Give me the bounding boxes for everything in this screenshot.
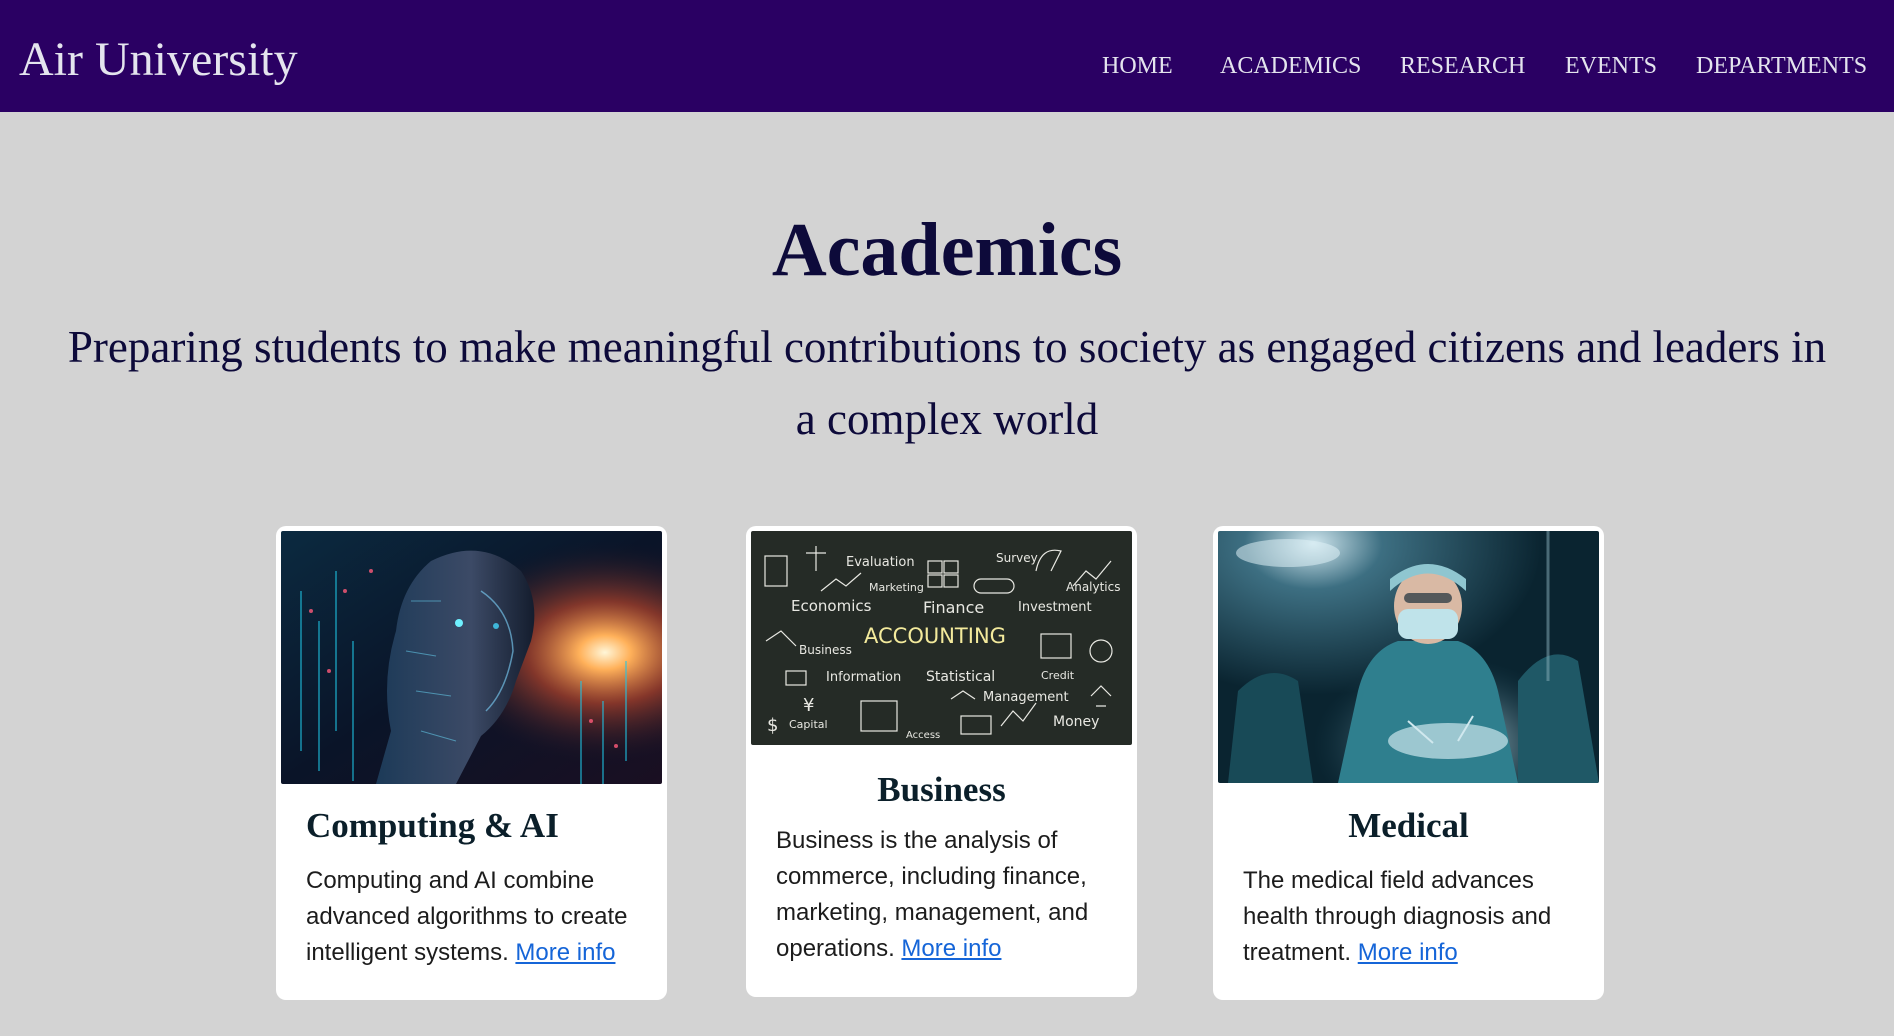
nav-research[interactable]: RESEARCH [1400,50,1525,82]
more-info-link[interactable]: More info [1358,939,1458,966]
chalk-word-credit: Credit [1041,669,1075,682]
chalk-word-analytics: Analytics [1066,580,1121,594]
card-description: Business is the analysis of commerce, in… [776,823,1116,967]
card-title: Business [877,770,1006,809]
chalk-word-survey: Survey [996,551,1038,565]
subtitle-line-2: a complex world [795,394,1099,444]
chalk-word-capital: Capital [789,718,828,731]
card-business: Evaluation Survey Marketing Analytics Ec… [746,526,1137,997]
chalk-word-money: Money [1053,714,1099,730]
chalk-word-investment: Investment [1018,600,1092,615]
more-info-link[interactable]: More info [901,935,1001,962]
chalk-word-finance: Finance [923,598,984,617]
chalk-word-access: Access [906,730,940,741]
subtitle-line-1: Preparing students to make meaningful co… [67,322,1827,372]
yen-sign-glyph: ¥ [803,695,814,716]
top-navbar: Air University HOME ACADEMICS RESEARCH E… [0,0,1894,112]
main-nav: HOME ACADEMICS RESEARCH EVENTS DEPARTMEN… [0,50,1894,82]
page-subtitle: Preparing students to make meaningful co… [0,311,1894,455]
chalk-word-economics: Economics [791,597,872,615]
chalk-word-management: Management [983,690,1069,705]
chalk-word-information: Information [826,670,901,685]
nav-academics[interactable]: ACADEMICS [1220,50,1361,82]
chalk-word-business: Business [799,643,852,657]
card-medical: Medical The medical field advances healt… [1213,526,1604,1000]
card-description: The medical field advances health throug… [1243,863,1583,971]
card-title: Medical [1348,806,1469,845]
card-description: Computing and AI combine advanced algori… [306,863,646,971]
nav-home[interactable]: HOME [1102,50,1173,82]
chalk-word-accounting: ACCOUNTING [864,624,1006,648]
nav-departments[interactable]: DEPARTMENTS [1696,50,1867,82]
page-title: Academics [771,208,1123,292]
more-info-link[interactable]: More info [515,939,615,966]
dollar-sign-glyph: $ [767,715,778,736]
card-title: Computing & AI [306,806,559,845]
nav-events[interactable]: EVENTS [1565,50,1657,82]
chalk-word-marketing: Marketing [869,581,924,594]
accounting-chalkboard-image: Evaluation Survey Marketing Analytics Ec… [751,531,1132,745]
card-computing-ai: Computing & AI Computing and AI combine … [276,526,667,1000]
surgeon-operating-image [1218,531,1599,783]
chalk-word-statistical: Statistical [926,669,995,685]
ai-face-image [281,531,662,784]
chalk-word-evaluation: Evaluation [846,555,915,570]
